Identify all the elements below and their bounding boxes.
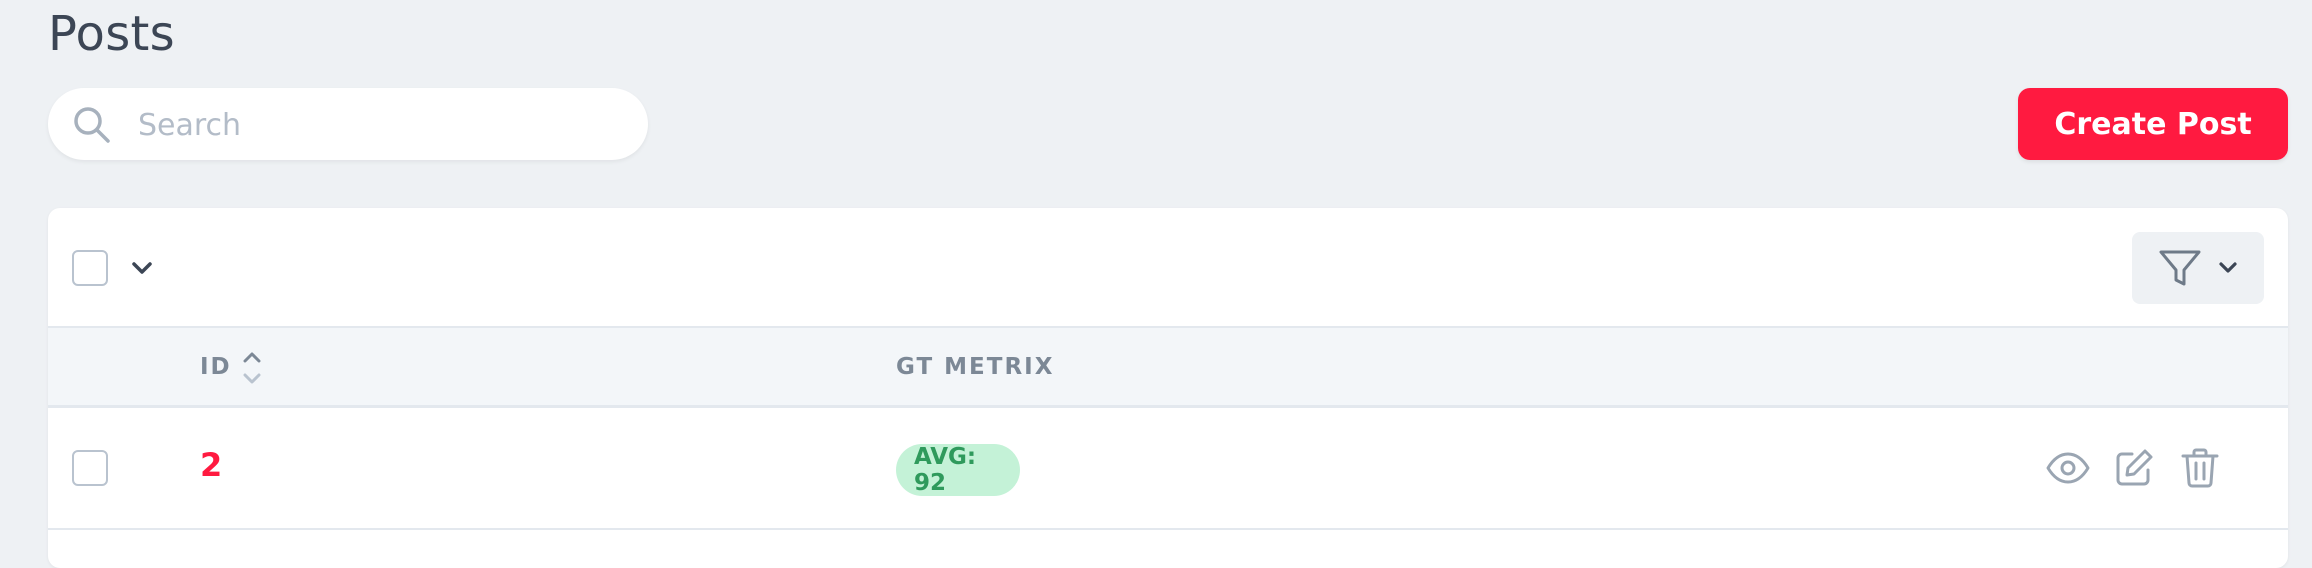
chevron-down-icon	[2219, 262, 2237, 273]
eye-icon[interactable]	[2044, 444, 2092, 492]
search-icon	[74, 107, 110, 143]
select-all-checkbox[interactable]	[72, 250, 108, 286]
column-header-gt-metrix: GT METRIX	[896, 354, 1055, 380]
row-checkbox[interactable]	[72, 450, 108, 486]
posts-table-card: ID GT METRIX 2 AVG: 92	[48, 208, 2288, 568]
search-box[interactable]	[48, 88, 648, 162]
filter-icon	[2159, 250, 2201, 286]
table-header: ID GT METRIX	[48, 328, 2288, 408]
table-row: 2 AVG: 92	[48, 408, 2288, 530]
gt-metrix-badge: AVG: 92	[896, 444, 1020, 496]
trash-icon[interactable]	[2176, 444, 2224, 492]
edit-icon[interactable]	[2110, 444, 2158, 492]
table-toolbar	[48, 208, 2288, 328]
sort-icon[interactable]	[240, 348, 264, 388]
chevron-down-icon[interactable]	[126, 252, 158, 284]
filter-dropdown-button[interactable]	[2132, 232, 2264, 304]
row-id-link[interactable]: 2	[200, 446, 222, 484]
column-header-id[interactable]: ID	[200, 354, 232, 380]
search-input[interactable]	[136, 88, 620, 162]
create-post-button[interactable]: Create Post	[2018, 88, 2288, 160]
page-title: Posts	[48, 6, 175, 62]
